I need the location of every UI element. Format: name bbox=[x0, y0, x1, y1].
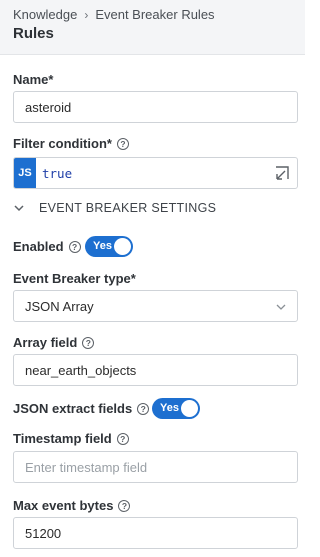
event-breaker-type-select[interactable]: JSON Array bbox=[13, 290, 298, 322]
timestamp-field-input[interactable]: Enter timestamp field bbox=[13, 451, 298, 483]
timestamp-field-label-text: Timestamp field bbox=[13, 431, 112, 446]
filter-condition-label-text: Filter condition* bbox=[13, 136, 112, 151]
max-event-bytes-input[interactable]: 51200 bbox=[13, 517, 298, 549]
breadcrumb-event-breaker-rules[interactable]: Event Breaker Rules bbox=[95, 7, 214, 22]
json-extract-fields-toggle[interactable]: Yes bbox=[152, 398, 200, 419]
enabled-label: Enabled ? bbox=[13, 239, 81, 254]
help-icon[interactable]: ? bbox=[137, 402, 150, 415]
event-breaker-settings-section[interactable]: EVENT BREAKER SETTINGS bbox=[13, 201, 216, 215]
help-icon[interactable]: ? bbox=[116, 137, 129, 150]
array-field-input[interactable]: near_earth_objects bbox=[13, 354, 298, 386]
breadcrumb-knowledge[interactable]: Knowledge bbox=[13, 7, 77, 22]
max-event-bytes-label-text: Max event bytes bbox=[13, 498, 114, 513]
json-extract-fields-label-text: JSON extract fields bbox=[13, 401, 133, 416]
event-breaker-type-label: Event Breaker type* bbox=[13, 271, 136, 286]
help-icon[interactable]: ? bbox=[118, 499, 131, 512]
max-event-bytes-label: Max event bytes ? bbox=[13, 498, 131, 513]
array-field-value: near_earth_objects bbox=[25, 362, 137, 378]
js-badge: JS bbox=[14, 158, 36, 188]
filter-condition-label: Filter condition* ? bbox=[13, 136, 129, 151]
enabled-toggle-label: Yes bbox=[93, 240, 112, 252]
timestamp-field-placeholder: Enter timestamp field bbox=[25, 459, 148, 475]
name-input[interactable]: asteroid bbox=[13, 91, 298, 123]
max-event-bytes-value: 51200 bbox=[25, 525, 62, 541]
timestamp-field-label: Timestamp field ? bbox=[13, 431, 129, 446]
filter-condition-value: true bbox=[42, 166, 73, 181]
help-icon[interactable]: ? bbox=[82, 336, 95, 349]
name-label: Name* bbox=[13, 72, 53, 87]
array-field-label: Array field ? bbox=[13, 335, 95, 350]
section-title: EVENT BREAKER SETTINGS bbox=[39, 201, 217, 215]
toggle-knob bbox=[181, 400, 198, 417]
chevron-down-icon bbox=[14, 205, 24, 212]
event-breaker-type-value: JSON Array bbox=[25, 298, 94, 314]
filter-condition-editor[interactable]: JS true bbox=[13, 157, 298, 189]
event-breaker-type-label-text: Event Breaker type* bbox=[13, 271, 136, 286]
name-input-value: asteroid bbox=[25, 99, 72, 115]
array-field-label-text: Array field bbox=[13, 335, 78, 350]
chevron-right-icon: › bbox=[84, 7, 89, 22]
enabled-toggle[interactable]: Yes bbox=[85, 236, 133, 257]
help-icon[interactable]: ? bbox=[68, 240, 81, 253]
name-label-text: Name* bbox=[13, 72, 54, 87]
page-header: Knowledge › Event Breaker Rules Rules bbox=[0, 0, 305, 55]
json-extract-toggle-label: Yes bbox=[160, 402, 179, 414]
json-extract-fields-label: JSON extract fields ? bbox=[13, 401, 150, 416]
chevron-down-icon bbox=[276, 304, 286, 310]
help-icon[interactable]: ? bbox=[116, 432, 129, 445]
breadcrumb: Knowledge › Event Breaker Rules bbox=[13, 7, 215, 22]
expand-icon[interactable] bbox=[274, 165, 290, 181]
enabled-label-text: Enabled bbox=[13, 239, 64, 254]
toggle-knob bbox=[114, 238, 131, 255]
page-title: Rules bbox=[13, 25, 54, 42]
